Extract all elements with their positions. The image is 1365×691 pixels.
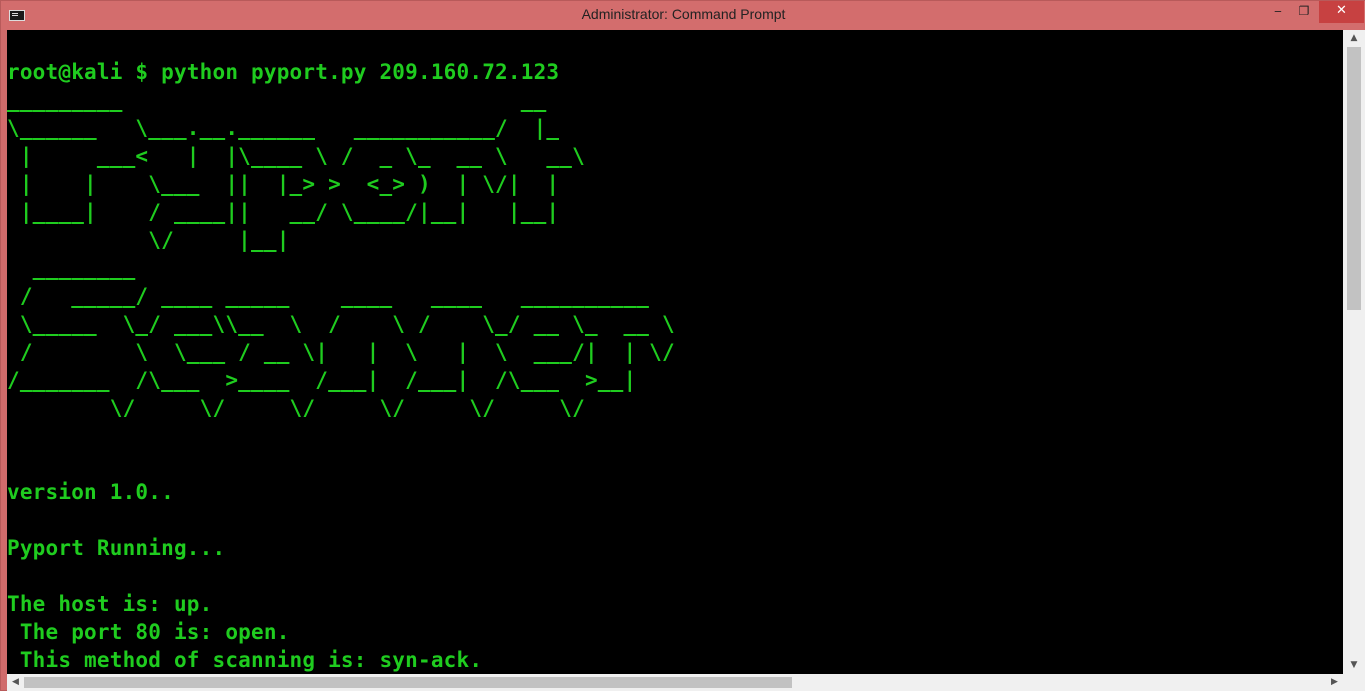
console-line: / _____/ ____ _____ ____ ____ __________ [7,284,650,308]
window-title: Administrator: Command Prompt [581,6,786,22]
scroll-down-arrow-icon[interactable]: ▼ [1343,657,1365,674]
close-button[interactable]: ✕ [1319,1,1364,23]
console-line: ________ [7,256,136,280]
console-line: / \ \___ / __ \| | \ | \ ___/| | \/ [7,340,675,364]
console-line: |____| / ____|| __/ \____/|__| |__| [7,200,560,224]
console-line: \/ \/ \/ \/ \/ \/ [7,396,585,420]
console-area[interactable]: root@kali $ python pyport.py 209.160.72.… [7,30,1343,674]
command-prompt-window: Administrator: Command Prompt ‒ ❐ ✕ root… [0,0,1365,691]
console-line: _________ __ [7,88,547,112]
vertical-scrollbar[interactable]: ▲ ▼ [1343,30,1365,674]
horizontal-scrollbar[interactable]: ◀ ▶ [7,674,1343,691]
console-line: \/ |__| [7,228,290,252]
console-line: \______ \___.__.______ ___________/ |_ [7,116,560,140]
console-line: root@kali $ python pyport.py 209.160.72.… [7,60,560,84]
console-line: Pyport Running... [7,536,226,560]
console-line: | ___< | |\____ \ / _ \_ __ \ __\ [7,144,585,168]
vertical-scroll-thumb[interactable] [1347,47,1361,310]
minimize-button[interactable]: ‒ [1265,1,1291,23]
scroll-left-arrow-icon[interactable]: ◀ [7,674,24,691]
console-line: /_______ /\___ >____ /___| /___| /\___ >… [7,368,637,392]
scroll-right-arrow-icon[interactable]: ▶ [1326,674,1343,691]
console-line: version 1.0.. [7,480,174,504]
scrollbar-corner [1343,674,1365,691]
console-line: \_____ \_/ ___\\__ \ / \ / \_/ __ \_ __ … [7,312,675,336]
console-line: | | \___ || |_> > <_> ) | \/| | [7,172,560,196]
restore-button[interactable]: ❐ [1291,1,1317,23]
horizontal-scroll-thumb[interactable] [24,677,792,688]
scroll-up-arrow-icon[interactable]: ▲ [1343,30,1365,47]
title-bar[interactable]: Administrator: Command Prompt ‒ ❐ ✕ [1,1,1365,30]
console-line: The host is: up. [7,592,213,616]
console-line: The port 80 is: open. [7,620,290,644]
console-line: This method of scanning is: syn-ack. [7,648,483,672]
terminal-output: root@kali $ python pyport.py 209.160.72.… [7,30,675,674]
